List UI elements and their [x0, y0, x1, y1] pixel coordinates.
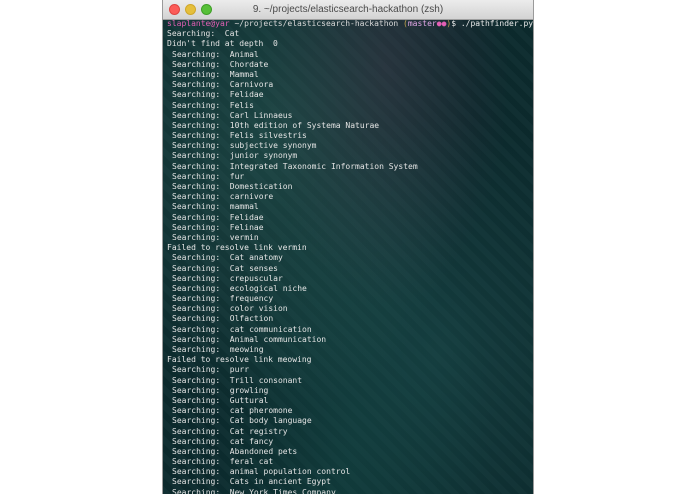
output-line: Searching: growling [172, 385, 269, 395]
output-line: Searching: meowing [172, 345, 264, 354]
output-line: Searching: 10th edition of Systema Natur… [172, 120, 380, 130]
output-line: Searching: Animal [172, 49, 259, 59]
output-line: Searching: purr [172, 365, 250, 375]
output-line: Searching: vermin [172, 232, 259, 242]
output-line: Searching: cat fancy [172, 436, 274, 446]
prompt-git-status: ●● [436, 20, 447, 28]
output-line: Searching: Olfaction [172, 314, 274, 324]
output-error-line: Failed to resolve link vermin [167, 243, 307, 253]
prompt-user-host: slaplante@yar [167, 20, 230, 28]
title-bar[interactable]: 9. ~/projects/elasticsearch-hackathon (z… [163, 0, 533, 20]
output-line: Searching: Felis [172, 100, 254, 110]
output-line: Searching: Felidae [172, 212, 264, 222]
output-line: Searching: cat communication [172, 324, 312, 334]
output-line: Searching: Trill consonant [172, 375, 303, 385]
output-line: Searching: mammal [172, 202, 259, 212]
output-line: Searching: Cat senses [172, 263, 278, 273]
output-line: Searching: carnivore [172, 192, 274, 202]
output-line: Searching: frequency [172, 294, 274, 304]
prompt-git-branch: master [407, 20, 437, 28]
terminal-output: Searching: Cat Didn't find at depth 0 Sear… [167, 29, 533, 494]
output-line: Didn't find at depth 0 [167, 39, 278, 49]
output-line: Searching: Chordate [172, 59, 269, 69]
output-line: Searching: cat pheromone [172, 406, 293, 416]
output-line: Searching: Carnivora [172, 80, 274, 90]
output-line: Searching: New York Times Company [172, 487, 336, 494]
output-line: Searching: fur [172, 171, 245, 181]
output-line: Searching: Carl Linnaeus [172, 110, 293, 120]
output-line: Searching: Cat anatomy [172, 253, 283, 263]
output-line: Searching: Guttural [172, 395, 269, 405]
output-line: Searching: Domestication [172, 182, 293, 191]
output-line: Searching: Cats in ancient Egypt [172, 477, 331, 487]
output-line: Searching: Animal communication [172, 334, 327, 344]
prompt-path: ~/projects/elasticsearch-hackathon [229, 20, 404, 28]
prompt-symbol: $ [451, 20, 461, 28]
output-line: Searching: junior synonym [172, 151, 298, 161]
prompt-command: ./pathfinder.py Cat London [460, 20, 533, 28]
output-line: Searching: Integrated Taxonomic Informat… [172, 161, 418, 171]
output-line: Searching: Felis silvestris [172, 131, 307, 141]
terminal-window: 9. ~/projects/elasticsearch-hackathon (z… [162, 0, 534, 494]
window-title: 9. ~/projects/elasticsearch-hackathon (z… [252, 4, 444, 15]
output-line: Searching: Cat [167, 29, 240, 39]
terminal-content[interactable]: slaplante@yar ~/projects/elasticsearch-h… [163, 20, 533, 494]
output-line: Searching: Mammal [172, 69, 259, 79]
output-line: Searching: animal population control [172, 467, 351, 477]
output-line: Searching: Felinae [172, 222, 264, 232]
output-line: Searching: feral cat [172, 457, 274, 467]
output-line: Searching: crepuscular [172, 273, 283, 283]
output-line: Searching: Abandoned pets [172, 446, 298, 456]
output-line: Searching: color vision [172, 304, 288, 314]
shell-prompt: slaplante@yar ~/projects/elasticsearch-h… [167, 20, 533, 29]
output-line: Searching: subjective synonym [172, 141, 317, 151]
output-line: Searching: Felidae [172, 90, 264, 100]
output-line: Searching: Cat body language [172, 416, 312, 426]
output-line: Searching: Cat registry [172, 426, 288, 436]
output-error-line: Failed to resolve link meowing [167, 355, 312, 365]
output-line: Searching: ecological niche [172, 283, 307, 293]
